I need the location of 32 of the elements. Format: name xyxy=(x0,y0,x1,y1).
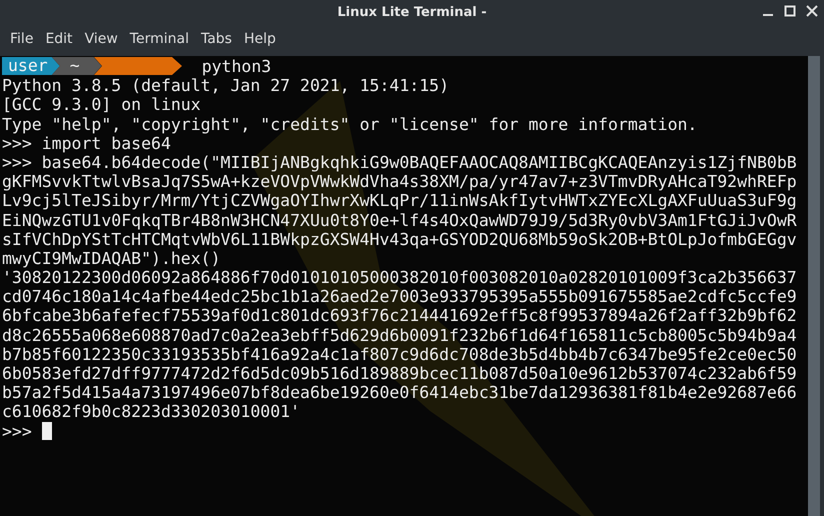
terminal-line: d8c26555a068e608870ad7c0a2ea3ebff5d629d6b0091f232b6f1d64f165811c5cb8005c5b94b9a4 xyxy=(2,326,797,345)
command-text: python3 xyxy=(202,57,272,76)
terminal-line: b57a2f5d415a4a73197496e07bf8dea6be19260e0f6414ebc31be7da12936381f81b4e2e92687e66 xyxy=(2,383,797,402)
maximize-icon[interactable] xyxy=(784,5,796,17)
menu-item[interactable]: Terminal xyxy=(124,30,195,46)
terminal-line: >>> import base64 xyxy=(2,134,171,153)
terminal-line: cd0746c180a14c4afbe44edc25bc1b1a26aed2e7003e933795395a555b091675585ae2cdfc5ccfe9 xyxy=(2,287,797,306)
terminal-line: EiNQwzGTU1v0FqkqTBr4B8nW3HCN47XUu0t8Y0e+lf4s4OxQawWD79J9/5d3Ry0vbV3Am1FtGJiJvOwR xyxy=(2,210,797,230)
user-segment: user xyxy=(2,57,60,75)
menu-item[interactable]: View xyxy=(78,30,124,46)
menu-item[interactable]: Edit xyxy=(39,30,79,46)
menu-item[interactable]: Tabs xyxy=(194,30,238,46)
menu-item[interactable]: Help xyxy=(238,30,282,46)
terminal-line: [GCC 9.3.0] on linux xyxy=(2,95,201,114)
terminal-line: sIfVChDpYStTcHTCMqtvWbV6L11BWkpzGXSW4Hv43qa+GSYOD2QU68Mb59oSk2OB+BtOLpJofmbGEGgv xyxy=(2,230,797,249)
terminal-line: gKFMSvvkTtwlvBsaJq7S5wA+kzeVOVpVWwkWdVha4s38XM/pa/yr47av7+z3VTmvDRyAHcaT92whREFp xyxy=(2,172,797,192)
menu-item[interactable]: File xyxy=(4,30,40,46)
terminal-line: Type "help", "copyright", "credits" or "license" for more information. xyxy=(2,114,698,134)
close-icon[interactable] xyxy=(806,5,818,17)
window-title: Linux Lite Terminal - xyxy=(337,5,487,20)
input-prompt: >>> xyxy=(2,422,32,441)
terminal-line: >>> base64.b64decode("MIIBIjANBgkqhkiG9w0BAQEFAAOCAQ8AMIIBCgKCAQEAnzyis1ZjfNB0bB xyxy=(2,152,797,172)
terminal-line: mwyCI9MwIDAQAB").hex() xyxy=(2,248,221,268)
terminal-line: 6b0583efd27dff9777472d2f6d5dc09b516d189889bcec11b087d50a10e9612b537074c232ab6f59 xyxy=(2,364,797,383)
terminal-line: b7b85f60122350c33193535bf416a92a4c1af807c9d6dc708de3b5d4bb4b7c6347be95fe2ce0ec50 xyxy=(2,344,797,364)
terminal-line: Lv9cj5lTeJSibyr/Mrm/YtjCZVWgaOYIhwrXwKLqPr/11inWsAkfIytvHWTxZYEcXLgAXFuUuaS3uF9g xyxy=(2,191,797,210)
cursor xyxy=(42,422,52,440)
terminal-line: c610682f9b0c8223d330203010001' xyxy=(2,402,300,422)
terminal-line: Python 3.8.5 (default, Jan 27 2021, 15:41:15) xyxy=(2,76,450,96)
terminal-line: '30820122300d06092a864886f70d01010105000382010f003082010a02820101009f3ca2b356637 xyxy=(2,268,797,288)
scrollbar-thumb[interactable] xyxy=(808,56,820,516)
terminal-line: 6bfcabe3b6afefecf75539af0d1c801dc693f76c214441692eff5c8f99537894a26f2aff32b9bf62 xyxy=(2,306,797,326)
